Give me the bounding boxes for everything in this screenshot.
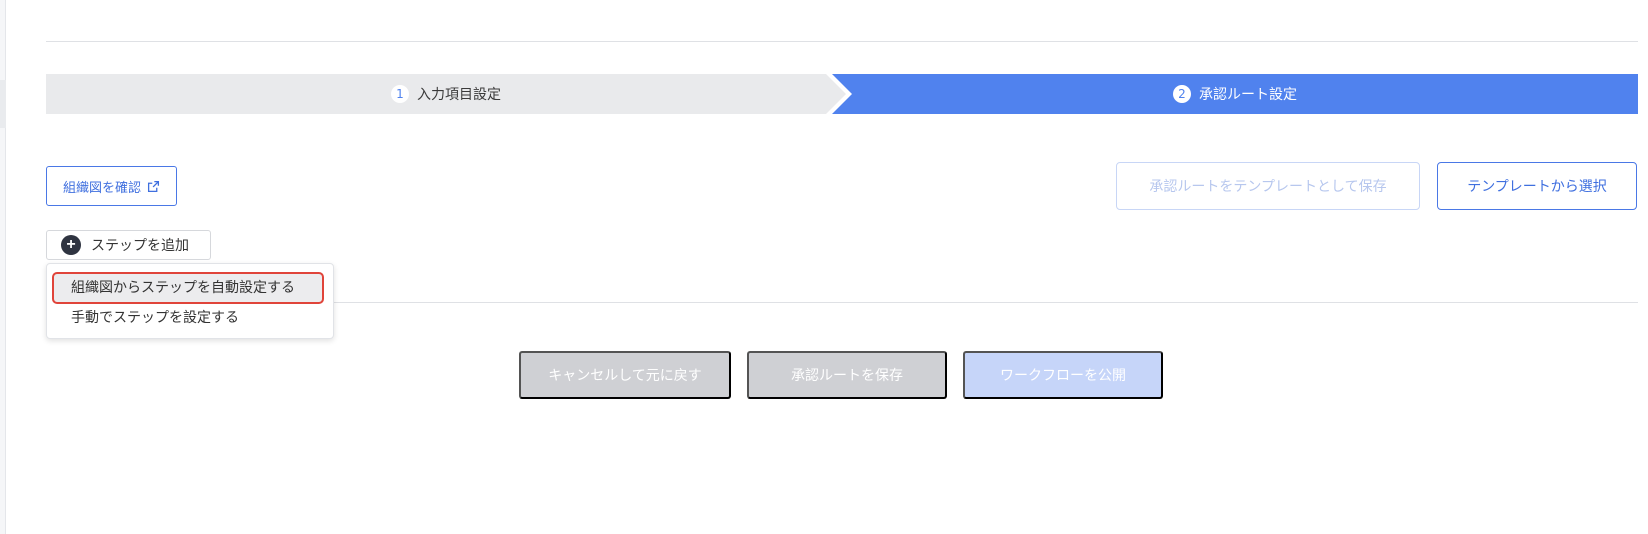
select-from-template-button[interactable]: テンプレートから選択: [1437, 162, 1637, 210]
add-step-dropdown-menu: 組織図からステップを自動設定する 手動でステップを設定する: [46, 263, 334, 339]
menu-item-manual-step-setup[interactable]: 手動でステップを設定する: [47, 302, 333, 332]
left-rail: [0, 0, 6, 534]
menu-item-auto-set-from-org-chart[interactable]: 組織図からステップを自動設定する: [47, 272, 333, 302]
step-input-settings[interactable]: 1 入力項目設定: [46, 74, 846, 114]
progress-stepper: 1 入力項目設定 2 承認ルート設定: [46, 74, 1638, 114]
step-label: 承認ルート設定: [1199, 87, 1297, 103]
view-org-chart-button[interactable]: 組織図を確認: [46, 166, 178, 206]
plus-circle-icon: +: [61, 235, 81, 255]
publish-workflow-button[interactable]: ワークフローを公開: [963, 351, 1163, 399]
add-step-button[interactable]: + ステップを追加: [46, 230, 211, 260]
step-approval-route-settings[interactable]: 2 承認ルート設定: [832, 74, 1638, 114]
step-number-badge: 2: [1173, 85, 1191, 103]
save-as-template-button[interactable]: 承認ルートをテンプレートとして保存: [1116, 162, 1420, 210]
step-number-badge: 1: [391, 85, 409, 103]
view-org-chart-label: 組織図を確認: [63, 179, 142, 195]
section-divider: [330, 302, 1638, 303]
left-rail-marker: [0, 80, 6, 128]
step-label: 入力項目設定: [417, 87, 501, 103]
save-approval-route-button[interactable]: 承認ルートを保存: [747, 351, 947, 399]
top-divider: [46, 41, 1638, 42]
external-link-icon: [147, 180, 160, 192]
add-step-label: ステップを追加: [91, 237, 189, 253]
cancel-and-revert-button[interactable]: キャンセルして元に戻す: [519, 351, 731, 399]
